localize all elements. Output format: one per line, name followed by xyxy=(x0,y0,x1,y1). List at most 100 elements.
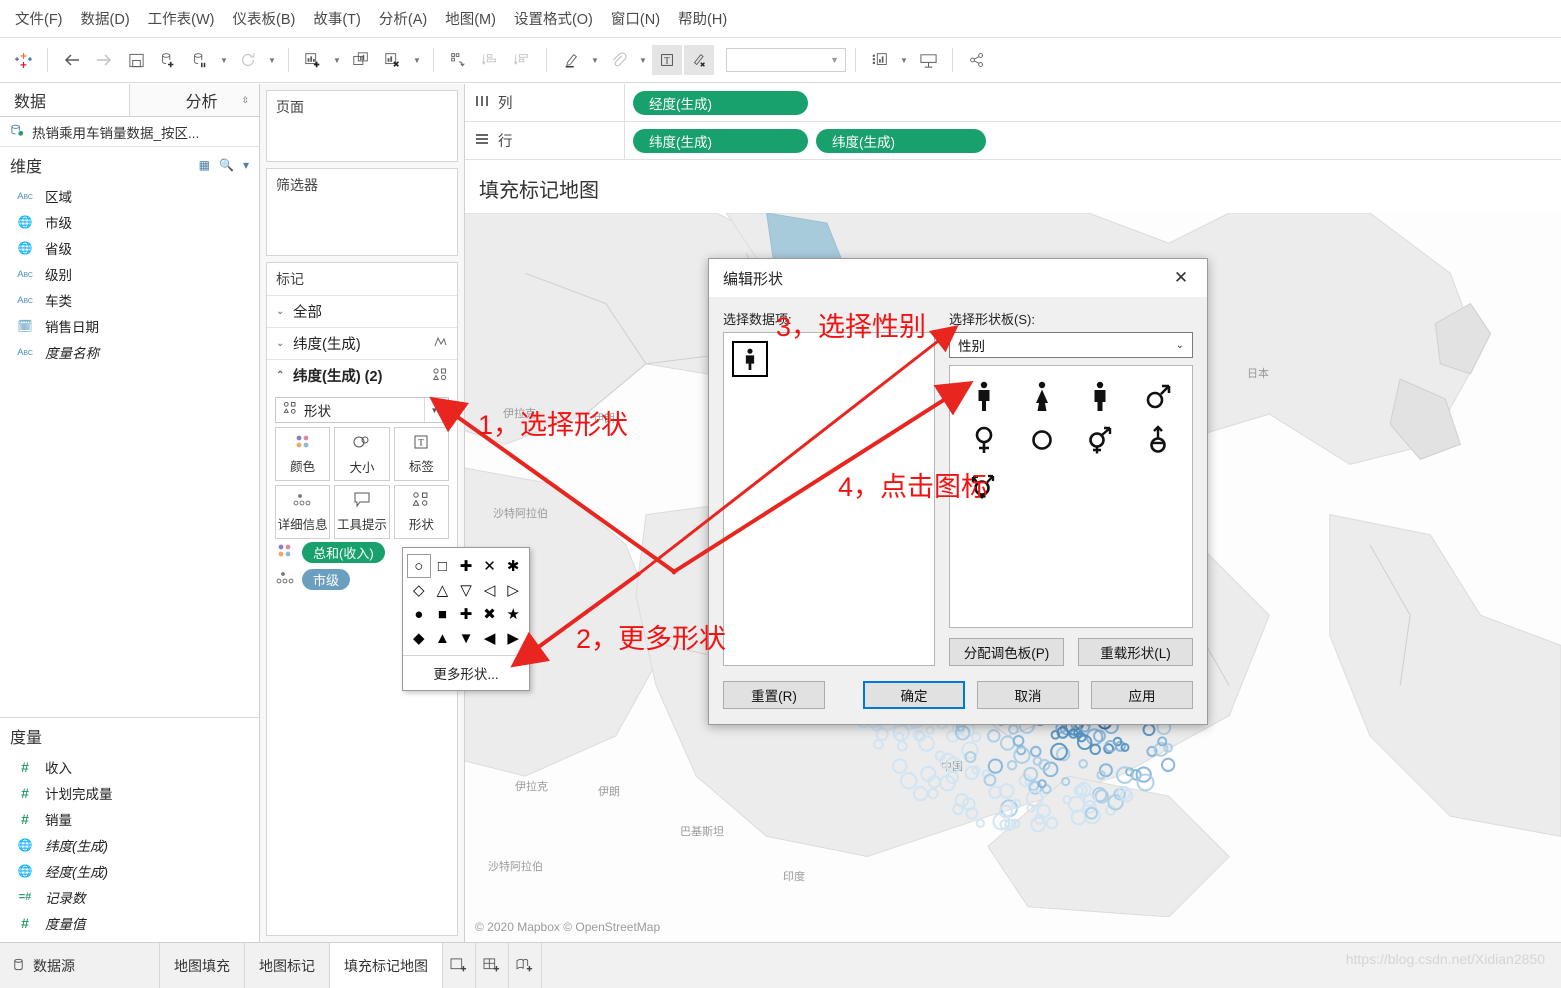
map-mark[interactable] xyxy=(1012,735,1025,747)
swap-rows-columns-icon[interactable] xyxy=(443,45,473,75)
menu-item-9[interactable]: 帮助(H) xyxy=(669,4,736,33)
palette-shape-woman-icon[interactable] xyxy=(1014,376,1070,416)
pill-总和(收入)[interactable]: 总和(收入) xyxy=(302,542,385,563)
shape-option-3[interactable]: ✕ xyxy=(478,554,502,578)
shape-option-4[interactable]: ✱ xyxy=(501,554,525,578)
new-dashboard-icon[interactable] xyxy=(476,943,509,988)
menu-item-7[interactable]: 设置格式(O) xyxy=(505,4,602,33)
text-tool-icon[interactable]: T xyxy=(652,45,682,75)
ok-button[interactable]: 确定 xyxy=(863,681,965,709)
presentation-mode-icon[interactable] xyxy=(913,45,943,75)
field-经度(生成)[interactable]: 🌐 经度(生成) xyxy=(0,858,259,884)
reload-shapes-button[interactable]: 重载形状(L) xyxy=(1078,638,1193,666)
refresh-icon[interactable] xyxy=(233,45,263,75)
shape-option-12[interactable]: ✚ xyxy=(454,602,478,626)
shape-option-10[interactable]: ● xyxy=(407,602,431,626)
palette-shape-mars-icon[interactable] xyxy=(1130,376,1186,416)
rows-shelf[interactable]: 行 纬度(生成) 纬度(生成) xyxy=(465,122,1561,160)
shape-option-2[interactable]: ✚ xyxy=(454,554,478,578)
sort-ascending-icon[interactable] xyxy=(475,45,505,75)
reset-button[interactable]: 重置(R) xyxy=(723,681,825,709)
duplicate-sheet-icon[interactable] xyxy=(346,45,376,75)
data-items-list[interactable] xyxy=(723,332,935,666)
marks-row-0[interactable]: ⌄ 全部 xyxy=(267,295,457,327)
map-mark[interactable] xyxy=(1070,809,1087,826)
map-mark[interactable] xyxy=(1045,816,1059,830)
map-mark[interactable] xyxy=(1030,745,1042,758)
highlight-caret-icon[interactable]: ▼ xyxy=(588,45,602,75)
map-mark[interactable] xyxy=(1119,789,1134,803)
share-icon[interactable] xyxy=(962,45,992,75)
menu-item-0[interactable]: 文件(F) xyxy=(6,4,72,33)
map-mark[interactable] xyxy=(1142,723,1156,737)
mark-property-工具提示[interactable]: 工具提示 xyxy=(334,485,390,539)
chevron-down-icon[interactable]: ⌄ xyxy=(276,338,286,349)
map-mark[interactable] xyxy=(918,735,935,752)
field-销量[interactable]: # 销量 xyxy=(0,806,259,832)
field-计划完成量[interactable]: # 计划完成量 xyxy=(0,780,259,806)
shape-option-16[interactable]: ▲ xyxy=(431,626,455,650)
new-worksheet-caret-icon[interactable]: ▼ xyxy=(330,45,344,75)
shape-option-9[interactable]: ▷ xyxy=(501,578,525,602)
search-icon[interactable]: 🔍 xyxy=(219,158,234,172)
chevron-up-icon[interactable]: ⌃ xyxy=(276,370,286,381)
rows-drop-area[interactable]: 纬度(生成) 纬度(生成) xyxy=(625,128,1561,153)
field-区域[interactable]: Abc 区域 xyxy=(0,183,259,209)
map-mark[interactable] xyxy=(912,786,929,802)
map-mark[interactable] xyxy=(1006,759,1018,771)
show-me-icon[interactable] xyxy=(865,45,895,75)
tab-analytics[interactable]: 分析 ⇳ xyxy=(129,84,259,116)
new-worksheet-icon[interactable] xyxy=(298,45,328,75)
map-mark[interactable] xyxy=(925,725,935,735)
pause-dropdown-caret-icon[interactable]: ▼ xyxy=(217,45,231,75)
refresh-dropdown-caret-icon[interactable]: ▼ xyxy=(265,45,279,75)
menu-item-5[interactable]: 分析(A) xyxy=(370,4,436,33)
pause-data-source-icon[interactable] xyxy=(185,45,215,75)
assign-palette-button[interactable]: 分配调色板(P) xyxy=(949,638,1064,666)
shape-option-18[interactable]: ◀ xyxy=(478,626,502,650)
sort-toggle-icon[interactable]: ⇳ xyxy=(241,95,249,106)
mark-property-详细信息[interactable]: 详细信息 xyxy=(275,485,331,539)
clear-highlight-icon[interactable] xyxy=(684,45,714,75)
highlight-pen-icon[interactable] xyxy=(556,45,586,75)
menu-item-1[interactable]: 数据(D) xyxy=(72,4,139,33)
field-记录数[interactable]: =# 记录数 xyxy=(0,884,259,910)
map-mark[interactable] xyxy=(892,758,908,774)
more-shapes-menu-item[interactable]: 更多形状... xyxy=(403,655,529,690)
tab-data[interactable]: 数据 xyxy=(0,84,129,116)
clear-sheet-caret-icon[interactable]: ▼ xyxy=(410,45,424,75)
palette-shape-person-icon[interactable] xyxy=(1072,376,1128,416)
data-item-person-icon[interactable] xyxy=(732,341,768,377)
palette-shapes-box[interactable] xyxy=(949,365,1193,628)
map-mark[interactable] xyxy=(873,738,884,750)
rows-pill-1[interactable]: 纬度(生成) xyxy=(816,128,986,153)
map-mark[interactable] xyxy=(999,735,1016,751)
columns-drop-area[interactable]: 经度(生成) xyxy=(625,90,1561,115)
marks-row-2[interactable]: ⌃ 纬度(生成) (2) xyxy=(267,359,457,391)
field-车类[interactable]: Abc 车类 xyxy=(0,287,259,313)
shape-option-15[interactable]: ◆ xyxy=(407,626,431,650)
field-收入[interactable]: # 收入 xyxy=(0,754,259,780)
shape-option-19[interactable]: ▶ xyxy=(501,626,525,650)
mark-property-大小[interactable]: 大小 xyxy=(334,427,390,481)
palette-shape-transgender-icon[interactable] xyxy=(956,464,1012,504)
chevron-down-icon[interactable]: ⌄ xyxy=(276,306,286,317)
shape-option-17[interactable]: ▼ xyxy=(454,626,478,650)
palette-shape-venus-arrow-icon[interactable] xyxy=(1130,420,1186,460)
map-mark[interactable] xyxy=(971,731,982,743)
field-市级[interactable]: 🌐 市级 xyxy=(0,209,259,235)
field-级别[interactable]: Abc 级别 xyxy=(0,261,259,287)
map-mark[interactable] xyxy=(1089,743,1101,756)
palette-shape-man-icon[interactable] xyxy=(956,376,1012,416)
shape-option-7[interactable]: ▽ xyxy=(454,578,478,602)
shape-option-8[interactable]: ◁ xyxy=(478,578,502,602)
palette-shape-venus-icon[interactable] xyxy=(956,420,1012,460)
clear-sheet-icon[interactable] xyxy=(378,45,408,75)
new-story-icon[interactable] xyxy=(509,943,542,988)
map-mark[interactable] xyxy=(987,729,1001,743)
grid-view-icon[interactable]: ▦ xyxy=(199,158,210,172)
field-销售日期[interactable]: 🗓 销售日期 xyxy=(0,313,259,339)
shape-option-13[interactable]: ✖ xyxy=(478,602,502,626)
marks-row-1[interactable]: ⌄ 纬度(生成) xyxy=(267,327,457,359)
map-mark[interactable] xyxy=(899,772,918,790)
